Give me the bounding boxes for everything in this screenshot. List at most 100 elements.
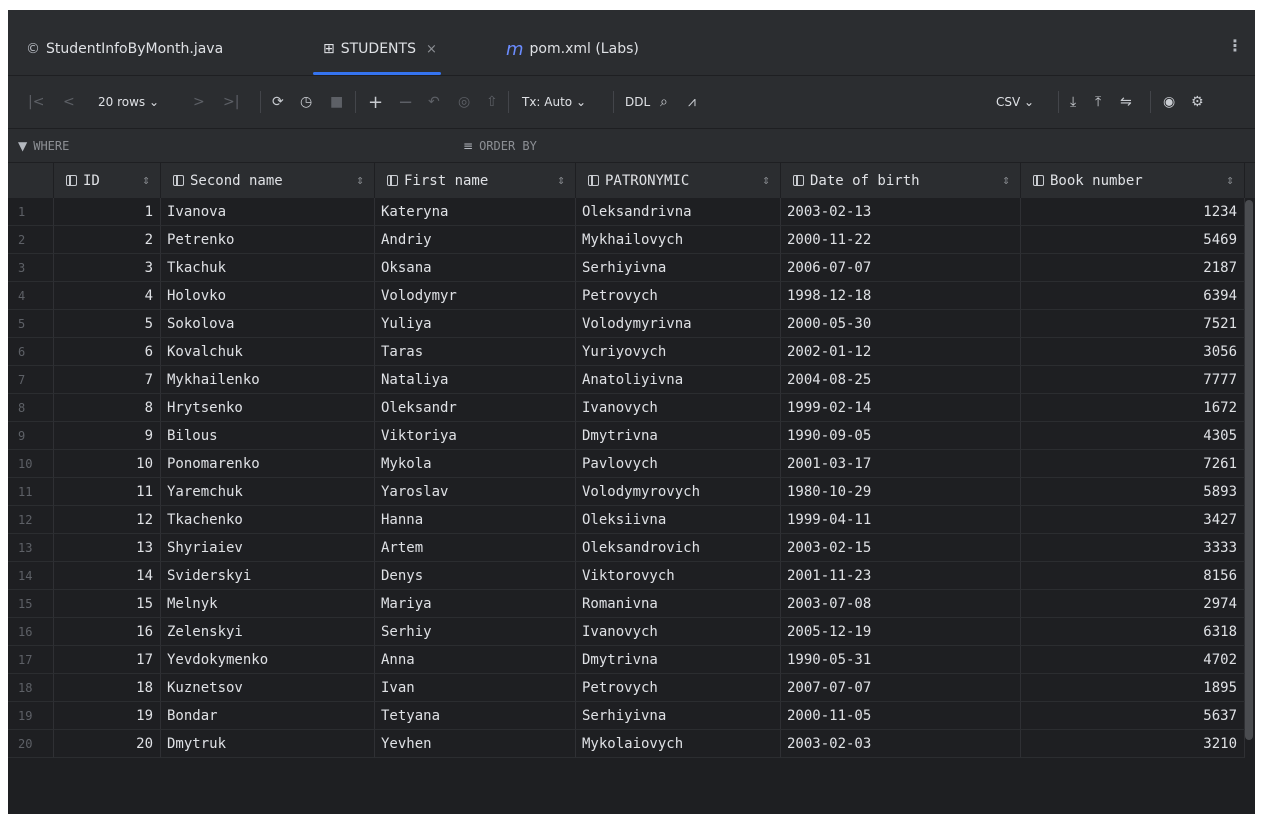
cell-book-number[interactable]: 6318: [1021, 618, 1245, 646]
cell-book-number[interactable]: 7777: [1021, 366, 1245, 394]
cell-first-name[interactable]: Yevhen: [375, 730, 576, 758]
vertical-scrollbar[interactable]: [1245, 200, 1253, 740]
sort-icon[interactable]: ⇕: [557, 173, 565, 188]
stop-icon[interactable]: ■: [330, 76, 343, 128]
cell-book-number[interactable]: 7521: [1021, 310, 1245, 338]
table-row[interactable]: 2 2 Petrenko Andriy Mykhailovych 2000-11-22 54…: [8, 226, 1255, 254]
cell-id[interactable]: 20: [54, 730, 161, 758]
table-row[interactable]: 9 9 Bilous Viktoriya Dmytrivna 1990-09-05 4305: [8, 422, 1255, 450]
cell-patronymic[interactable]: Dmytrivna: [576, 646, 781, 674]
cell-date-of-birth[interactable]: 1980-10-29: [781, 478, 1021, 506]
cell-first-name[interactable]: Hanna: [375, 506, 576, 534]
column-header-patronymic[interactable]: PATRONYMIC ⇕: [576, 163, 781, 198]
cell-patronymic[interactable]: Petrovych: [576, 282, 781, 310]
chart-icon[interactable]: ⩘: [688, 76, 696, 128]
cell-date-of-birth[interactable]: 2000-05-30: [781, 310, 1021, 338]
cell-id[interactable]: 6: [54, 338, 161, 366]
cell-id[interactable]: 3: [54, 254, 161, 282]
table-row[interactable]: 15 15 Melnyk Mariya Romanivna 2003-07-08 2974: [8, 590, 1255, 618]
order-by-filter[interactable]: ≡ ORDER BY: [463, 129, 537, 162]
cell-patronymic[interactable]: Serhiyivna: [576, 254, 781, 282]
more-options-icon[interactable]: ⋮: [1227, 36, 1243, 55]
cell-book-number[interactable]: 4702: [1021, 646, 1245, 674]
table-row[interactable]: 20 20 Dmytruk Yevhen Mykolaiovych 2003-02-03 3…: [8, 730, 1255, 758]
row-number[interactable]: 10: [8, 450, 54, 478]
cell-book-number[interactable]: 1672: [1021, 394, 1245, 422]
cell-patronymic[interactable]: Volodymyrivna: [576, 310, 781, 338]
table-row[interactable]: 14 14 Sviderskyi Denys Viktorovych 2001-11-23…: [8, 562, 1255, 590]
table-row[interactable]: 5 5 Sokolova Yuliya Volodymyrivna 2000-05-30 7…: [8, 310, 1255, 338]
sort-icon[interactable]: ⇕: [762, 173, 770, 188]
row-number[interactable]: 9: [8, 422, 54, 450]
cell-id[interactable]: 4: [54, 282, 161, 310]
cell-first-name[interactable]: Viktoriya: [375, 422, 576, 450]
cell-date-of-birth[interactable]: 2002-01-12: [781, 338, 1021, 366]
cell-second-name[interactable]: Dmytruk: [161, 730, 375, 758]
cell-book-number[interactable]: 2187: [1021, 254, 1245, 282]
cell-id[interactable]: 15: [54, 590, 161, 618]
cell-second-name[interactable]: Shyriaiev: [161, 534, 375, 562]
cell-id[interactable]: 5: [54, 310, 161, 338]
cell-date-of-birth[interactable]: 1990-05-31: [781, 646, 1021, 674]
cell-id[interactable]: 14: [54, 562, 161, 590]
row-number[interactable]: 1: [8, 198, 54, 226]
next-page-icon[interactable]: >: [193, 76, 205, 128]
cell-patronymic[interactable]: Oleksandrivna: [576, 198, 781, 226]
cell-id[interactable]: 13: [54, 534, 161, 562]
row-number[interactable]: 19: [8, 702, 54, 730]
ddl-button[interactable]: DDL: [625, 76, 650, 128]
cell-book-number[interactable]: 5893: [1021, 478, 1245, 506]
search-icon[interactable]: ⌕: [660, 76, 668, 128]
cell-first-name[interactable]: Denys: [375, 562, 576, 590]
submit-icon[interactable]: ⇧: [486, 76, 498, 128]
cell-patronymic[interactable]: Anatoliyivna: [576, 366, 781, 394]
cell-book-number[interactable]: 4305: [1021, 422, 1245, 450]
cell-first-name[interactable]: Oleksandr: [375, 394, 576, 422]
cell-patronymic[interactable]: Dmytrivna: [576, 422, 781, 450]
column-header-first-name[interactable]: First name ⇕: [375, 163, 576, 198]
row-number[interactable]: 4: [8, 282, 54, 310]
refresh-icon[interactable]: ⟳: [272, 76, 284, 128]
row-number[interactable]: 3: [8, 254, 54, 282]
row-number[interactable]: 14: [8, 562, 54, 590]
tab-students[interactable]: ⊞ STUDENTS ×: [313, 23, 441, 75]
column-header-date-of-birth[interactable]: Date of birth ⇕: [781, 163, 1021, 198]
cell-date-of-birth[interactable]: 2006-07-07: [781, 254, 1021, 282]
cell-second-name[interactable]: Mykhailenko: [161, 366, 375, 394]
table-row[interactable]: 16 16 Zelenskyi Serhiy Ivanovych 2005-12-19 63…: [8, 618, 1255, 646]
cell-second-name[interactable]: Kovalchuk: [161, 338, 375, 366]
table-row[interactable]: 7 7 Mykhailenko Nataliya Anatoliyivna 2004-08…: [8, 366, 1255, 394]
cell-book-number[interactable]: 5469: [1021, 226, 1245, 254]
cell-patronymic[interactable]: Petrovych: [576, 674, 781, 702]
last-page-icon[interactable]: >|: [223, 76, 239, 128]
cell-book-number[interactable]: 2974: [1021, 590, 1245, 618]
row-number[interactable]: 11: [8, 478, 54, 506]
cell-second-name[interactable]: Hrytsenko: [161, 394, 375, 422]
cell-second-name[interactable]: Tkachuk: [161, 254, 375, 282]
cell-first-name[interactable]: Nataliya: [375, 366, 576, 394]
cell-id[interactable]: 2: [54, 226, 161, 254]
cell-first-name[interactable]: Mykola: [375, 450, 576, 478]
sort-icon[interactable]: ⇕: [1002, 173, 1010, 188]
cell-book-number[interactable]: 3210: [1021, 730, 1245, 758]
cell-id[interactable]: 11: [54, 478, 161, 506]
cell-patronymic[interactable]: Oleksandrovich: [576, 534, 781, 562]
table-row[interactable]: 19 19 Bondar Tetyana Serhiyivna 2000-11-05 563…: [8, 702, 1255, 730]
sort-icon[interactable]: ⇕: [356, 173, 364, 188]
cell-id[interactable]: 16: [54, 618, 161, 646]
cell-second-name[interactable]: Melnyk: [161, 590, 375, 618]
cell-book-number[interactable]: 3427: [1021, 506, 1245, 534]
cell-first-name[interactable]: Tetyana: [375, 702, 576, 730]
cell-second-name[interactable]: Zelenskyi: [161, 618, 375, 646]
cell-book-number[interactable]: 1895: [1021, 674, 1245, 702]
row-number[interactable]: 18: [8, 674, 54, 702]
cell-date-of-birth[interactable]: 2000-11-22: [781, 226, 1021, 254]
download-icon[interactable]: ⤓: [1070, 76, 1076, 128]
cell-first-name[interactable]: Anna: [375, 646, 576, 674]
cell-patronymic[interactable]: Pavlovych: [576, 450, 781, 478]
cell-book-number[interactable]: 6394: [1021, 282, 1245, 310]
where-filter[interactable]: ▼ WHERE: [18, 129, 69, 162]
cell-patronymic[interactable]: Volodymyrovych: [576, 478, 781, 506]
cell-date-of-birth[interactable]: 1998-12-18: [781, 282, 1021, 310]
cell-book-number[interactable]: 7261: [1021, 450, 1245, 478]
